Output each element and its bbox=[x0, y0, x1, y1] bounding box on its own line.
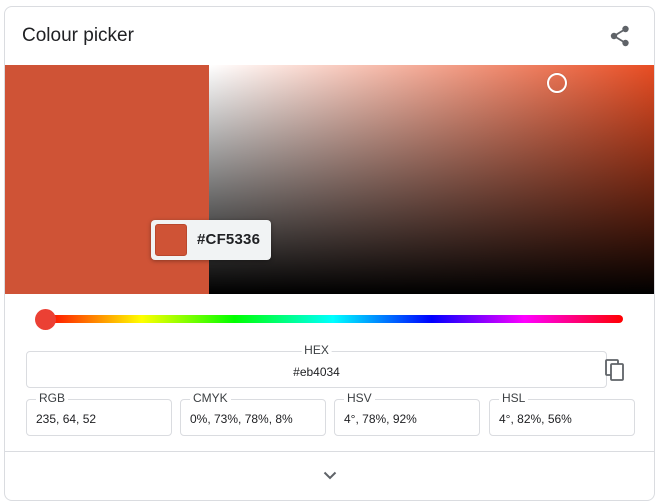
hsv-field-label: HSV bbox=[344, 391, 375, 405]
hex-field-value[interactable]: #eb4034 bbox=[27, 365, 606, 379]
cmyk-field-value[interactable]: 0%, 73%, 78%, 8% bbox=[190, 412, 293, 426]
hex-tooltip: #CF5336 bbox=[151, 220, 271, 260]
expand-button[interactable] bbox=[316, 464, 344, 486]
hsv-field[interactable]: HSV 4°, 78%, 92% bbox=[334, 391, 480, 436]
hue-slider-track[interactable] bbox=[43, 315, 623, 323]
hsl-field-label: HSL bbox=[499, 391, 529, 405]
chevron-down-icon bbox=[323, 471, 337, 479]
card-title: Colour picker bbox=[22, 25, 134, 46]
saturation-value-area[interactable] bbox=[209, 65, 654, 294]
cmyk-field-label: CMYK bbox=[190, 391, 231, 405]
saturation-handle[interactable] bbox=[547, 73, 567, 93]
copy-button[interactable] bbox=[603, 358, 627, 382]
footer-divider bbox=[5, 451, 654, 452]
colour-picker-card: Colour picker #CF5336 HEX #eb4034 RGB 23… bbox=[4, 6, 655, 501]
tooltip-hex-value: #CF5336 bbox=[197, 231, 261, 248]
hsv-field-value[interactable]: 4°, 78%, 92% bbox=[344, 412, 417, 426]
hue-slider-handle[interactable] bbox=[35, 309, 56, 330]
hsl-field-value[interactable]: 4°, 82%, 56% bbox=[499, 412, 572, 426]
rgb-field-value[interactable]: 235, 64, 52 bbox=[36, 412, 96, 426]
tooltip-colour-swatch bbox=[155, 224, 187, 256]
share-icon bbox=[610, 25, 629, 47]
hsl-field[interactable]: HSL 4°, 82%, 56% bbox=[489, 391, 635, 436]
hex-field[interactable]: HEX #eb4034 bbox=[26, 343, 607, 388]
hex-field-label: HEX bbox=[301, 343, 332, 357]
rgb-field-label: RGB bbox=[36, 391, 69, 405]
cmyk-field[interactable]: CMYK 0%, 73%, 78%, 8% bbox=[180, 391, 326, 436]
share-button[interactable] bbox=[605, 21, 635, 51]
rgb-field[interactable]: RGB 235, 64, 52 bbox=[26, 391, 172, 436]
copy-icon bbox=[605, 359, 624, 381]
